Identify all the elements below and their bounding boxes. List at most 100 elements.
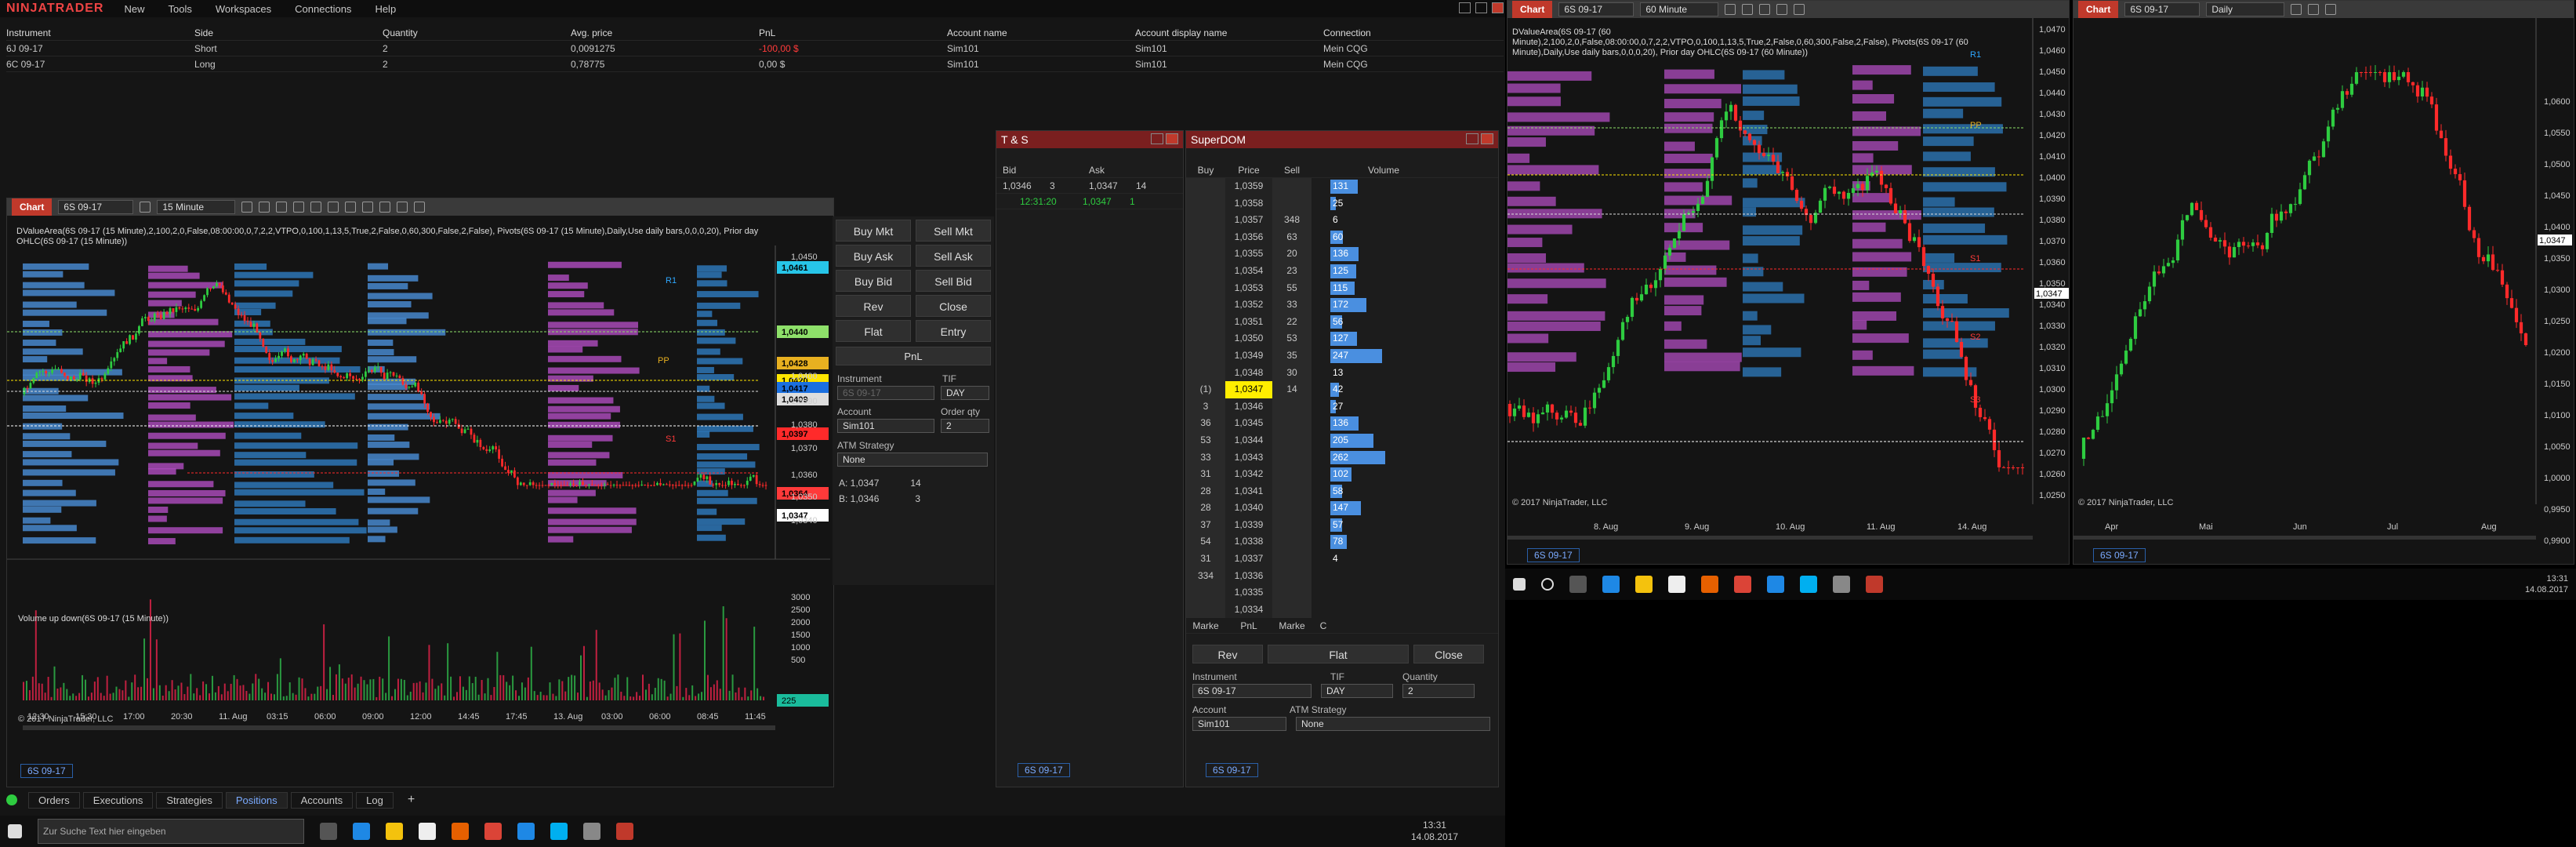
dom-sell-cell[interactable]	[1272, 533, 1312, 551]
zoom-in-icon[interactable]	[2308, 4, 2320, 15]
indicators-icon[interactable]	[345, 202, 357, 213]
sell-mkt-button[interactable]: Sell Mkt	[916, 220, 991, 242]
indicators-icon[interactable]	[1794, 4, 1805, 15]
globe-icon[interactable]	[583, 823, 600, 840]
dom-row[interactable]: 1,0354 23 125	[1186, 262, 1498, 280]
dom-buy-cell[interactable]	[1186, 347, 1225, 365]
dom-buy-cell[interactable]: 37	[1186, 516, 1225, 534]
tab-orders[interactable]: Orders	[28, 791, 80, 809]
app-icon[interactable]	[517, 823, 535, 840]
positions-column-header[interactable]: Side	[194, 25, 383, 40]
maximize-icon[interactable]	[1475, 2, 1487, 13]
dom-buy-cell[interactable]	[1186, 228, 1225, 246]
sell-bid-button[interactable]: Sell Bid	[916, 270, 991, 292]
close-button[interactable]: Close	[916, 295, 991, 317]
taskbar-search-box[interactable]: Zur Suche Text hier eingeben	[38, 819, 304, 844]
dom-row[interactable]: 53 1,0344 205	[1186, 431, 1498, 449]
dom-buy-cell[interactable]	[1186, 313, 1225, 331]
zoom-out-icon[interactable]	[1759, 4, 1771, 15]
dom-sell-cell[interactable]	[1272, 551, 1312, 568]
atm-select[interactable]: None	[837, 453, 988, 467]
ninjatrader-icon[interactable]	[616, 823, 633, 840]
pencil-icon[interactable]	[259, 202, 270, 213]
dom-close-icon[interactable]	[1481, 133, 1493, 144]
qty-input[interactable]: 2	[941, 419, 989, 433]
dom-row[interactable]: 31 1,0337 4	[1186, 551, 1498, 568]
firefox-icon[interactable]	[1701, 576, 1718, 593]
edge-icon[interactable]	[353, 823, 370, 840]
dom-buy-cell[interactable]: 334	[1186, 567, 1225, 585]
dom-sell-cell[interactable]: 53	[1272, 330, 1312, 347]
dom-sell-cell[interactable]	[1272, 516, 1312, 534]
edge-icon[interactable]	[1602, 576, 1620, 593]
chart2-price-panel[interactable]: 1,0470 1,0460 1,0450 1,0440 1,0430 1,0420 1,04…	[1508, 18, 2069, 559]
firefox-icon[interactable]	[452, 823, 469, 840]
dom-row[interactable]: 1,0357 348 6	[1186, 212, 1498, 229]
chart1-instrument-select[interactable]: 6S 09-17	[58, 200, 134, 214]
strategies-icon[interactable]	[362, 202, 374, 213]
dom-buy-cell[interactable]: 28	[1186, 500, 1225, 517]
dom-row[interactable]: 1,0351 22 56	[1186, 313, 1498, 331]
dom-buy-cell[interactable]: 28	[1186, 482, 1225, 500]
dom-sell-cell[interactable]	[1272, 398, 1312, 416]
dom-sell-cell[interactable]: 14	[1272, 381, 1312, 398]
dom-buy-cell[interactable]: 36	[1186, 415, 1225, 432]
explorer-icon[interactable]	[1635, 576, 1653, 593]
search-icon[interactable]	[2291, 4, 2302, 15]
chart1-interval-select[interactable]: 15 Minute	[157, 200, 236, 214]
chart2-footer-tab[interactable]: 6S 09-17	[1527, 548, 1580, 562]
windows-start-icon[interactable]	[8, 824, 22, 838]
tab-executions[interactable]: Executions	[82, 791, 154, 809]
dom-sell-cell[interactable]	[1272, 601, 1312, 619]
dom-sell-cell[interactable]	[1272, 178, 1312, 195]
chart3-price-panel[interactable]: 1,0600 1,0550 1,0500 1,0450 1,0400 1,0350 1,03…	[2073, 18, 2574, 559]
chart2-scrollbar[interactable]	[1508, 536, 2033, 540]
dom-row[interactable]: 1,0355 20 136	[1186, 245, 1498, 263]
app-icon[interactable]	[1767, 576, 1784, 593]
dom-buy-cell[interactable]: (1)	[1186, 381, 1225, 398]
positions-column-header[interactable]: Avg. price	[571, 25, 759, 40]
dom-sell-cell[interactable]	[1272, 449, 1312, 467]
chart1-scrollbar[interactable]	[23, 725, 775, 730]
dom-row[interactable]: 3 1,0346 27	[1186, 398, 1498, 416]
dom-row[interactable]: 54 1,0338 78	[1186, 533, 1498, 551]
dom-buy-cell[interactable]: 31	[1186, 551, 1225, 568]
dom-account-select[interactable]: Sim101	[1192, 717, 1286, 732]
chart2-tab-label[interactable]: Chart	[1512, 1, 1553, 18]
chart3-tab-label[interactable]: Chart	[2078, 1, 2119, 18]
chart2-instrument-select[interactable]: 6S 09-17	[1558, 2, 1634, 16]
list-icon[interactable]	[414, 202, 426, 213]
dom-row[interactable]: 1,0359 131	[1186, 178, 1498, 195]
zoom-in-icon[interactable]	[1742, 4, 1754, 15]
dom-sell-cell[interactable]	[1272, 500, 1312, 517]
entry-button[interactable]: Entry	[916, 320, 991, 342]
dom-row[interactable]: 1,0334	[1186, 601, 1498, 619]
dom-buy-cell[interactable]: 53	[1186, 431, 1225, 449]
dom-buy-cell[interactable]	[1186, 279, 1225, 297]
dom-row[interactable]: 33 1,0343 262	[1186, 449, 1498, 467]
instrument-select[interactable]: 6S 09-17	[837, 386, 934, 400]
dom-sell-cell[interactable]: 30	[1272, 364, 1312, 382]
sell-ask-button[interactable]: Sell Ask	[916, 245, 991, 267]
flat-button[interactable]: Flat	[836, 320, 911, 342]
dom-buy-cell[interactable]: 3	[1186, 398, 1225, 416]
dom-buy-cell[interactable]	[1186, 178, 1225, 195]
dom-close-button[interactable]: Close	[1413, 645, 1484, 664]
skype-icon[interactable]	[1800, 576, 1817, 593]
dom-row[interactable]: 1,0353 55 115	[1186, 279, 1498, 297]
dom-rev-button[interactable]: Rev	[1192, 645, 1263, 664]
dom-sell-cell[interactable]	[1272, 431, 1312, 449]
buy-mkt-button[interactable]: Buy Mkt	[836, 220, 911, 242]
search-icon[interactable]	[140, 202, 151, 213]
explorer-icon[interactable]	[386, 823, 403, 840]
store-icon[interactable]	[1668, 576, 1685, 593]
menu-item-help[interactable]: Help	[375, 3, 396, 15]
dom-row[interactable]: 37 1,0339 57	[1186, 516, 1498, 534]
menu-item-workspaces[interactable]: Workspaces	[216, 3, 271, 15]
dom-sell-cell[interactable]	[1272, 584, 1312, 602]
buy-bid-button[interactable]: Buy Bid	[836, 270, 911, 292]
dom-sell-cell[interactable]: 22	[1272, 313, 1312, 331]
snapshot-icon[interactable]	[328, 202, 339, 213]
dom-row[interactable]: 1,0356 63 60	[1186, 228, 1498, 246]
tab-accounts[interactable]: Accounts	[290, 791, 354, 809]
